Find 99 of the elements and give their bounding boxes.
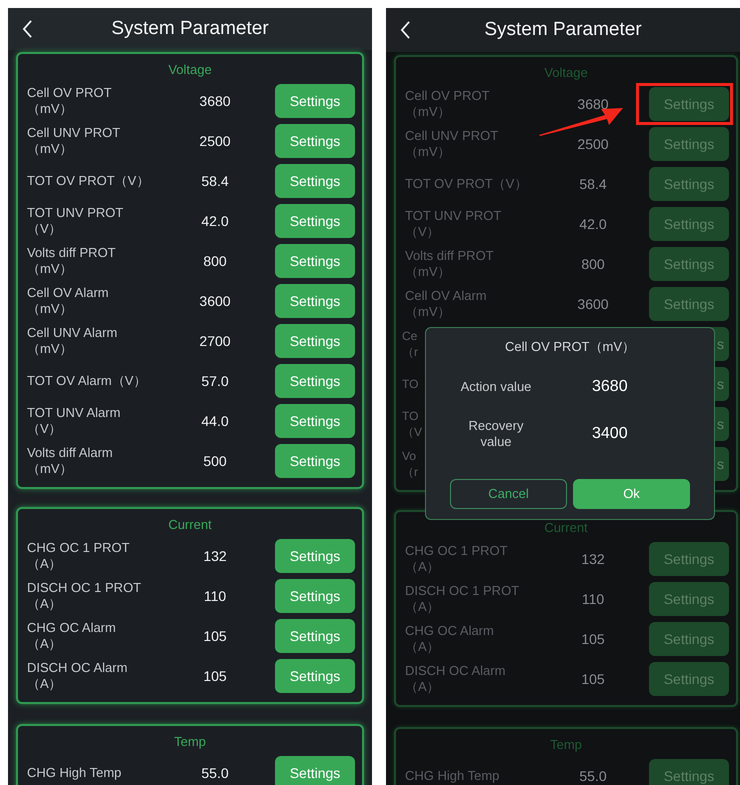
parameter-value: 3600 — [198, 292, 232, 310]
field-label: Action value — [460, 379, 532, 395]
ok-button[interactable]: Ok — [573, 479, 690, 509]
parameter-label: Vo （r — [402, 448, 418, 480]
section-title: Voltage — [167, 61, 213, 79]
parameter-value: 3680 — [198, 92, 232, 110]
field-label: Recovery value — [468, 418, 524, 450]
parameter-label: TOT OV Alarm（V） — [27, 373, 148, 389]
settings-button[interactable]: Settings — [649, 127, 729, 161]
settings-button[interactable]: Settings — [275, 619, 355, 653]
settings-button[interactable]: Settings — [649, 247, 729, 281]
settings-button[interactable]: Settings — [275, 164, 355, 198]
section-title: Current — [167, 516, 213, 534]
parameter-value: 58.4 — [578, 174, 608, 194]
settings-button[interactable]: Settings — [649, 622, 729, 656]
parameter-value: 800 — [202, 252, 228, 270]
parameter-value: 55.0 — [200, 764, 230, 782]
settings-button[interactable]: Settings — [649, 207, 729, 241]
settings-button[interactable]: Settings — [275, 404, 355, 438]
cancel-button[interactable]: Cancel — [450, 479, 567, 509]
parameter-label: TOT UNV PROT （V） — [405, 208, 502, 240]
parameter-label: CHG OC 1 PROT （A） — [27, 540, 131, 572]
parameter-label: DISCH OC Alarm （A） — [27, 660, 128, 692]
parameter-label: DISCH OC Alarm （A） — [405, 663, 506, 695]
parameter-value: 2500 — [576, 134, 610, 154]
settings-button[interactable]: Settings — [275, 579, 355, 613]
settings-button[interactable]: Settings — [649, 287, 729, 321]
settings-button[interactable]: Settings — [275, 659, 355, 693]
parameter-value: 3680 — [576, 94, 610, 114]
back-icon[interactable] — [400, 21, 411, 39]
settings-button[interactable]: Settings — [275, 444, 355, 478]
parameter-value: 132 — [202, 546, 228, 566]
parameter-label: TO （V — [402, 408, 422, 440]
settings-button[interactable]: Settings — [275, 539, 355, 573]
settings-button[interactable]: Settings — [275, 84, 355, 118]
settings-button[interactable]: Settings — [275, 284, 355, 318]
parameter-label: Cell OV PROT （mV） — [27, 85, 113, 117]
back-icon[interactable] — [22, 20, 33, 38]
parameter-label: CHG OC Alarm （A） — [27, 620, 117, 652]
parameter-label: Cell UNV Alarm （mV） — [27, 325, 118, 357]
settings-button[interactable]: Settings — [275, 756, 355, 785]
parameter-label: TOT UNV Alarm （V） — [27, 405, 122, 437]
parameter-value: 55.0 — [578, 766, 608, 785]
parameter-label: Volts diff PROT （mV） — [405, 248, 495, 280]
parameter-value: 42.0 — [200, 212, 230, 230]
parameter-label: Ce （r — [402, 328, 418, 360]
parameter-label: Volts diff Alarm （mV） — [27, 445, 114, 477]
screen-title: System Parameter — [484, 18, 642, 42]
parameter-value: 110 — [202, 586, 228, 606]
settings-button[interactable]: Settings — [649, 87, 729, 121]
parameter-value: 42.0 — [578, 214, 608, 234]
parameter-value: 57.0 — [200, 372, 230, 390]
parameter-value: 500 — [202, 452, 228, 470]
settings-button[interactable]: Settings — [649, 542, 729, 576]
parameter-label: TOT OV PROT（V） — [27, 173, 150, 189]
parameter-label: CHG OC 1 PROT （A） — [405, 543, 509, 575]
parameter-label: TOT UNV PROT （V） — [27, 205, 124, 237]
field-value[interactable]: 3680 — [592, 375, 628, 399]
parameter-label: Cell OV Alarm （mV） — [27, 285, 110, 317]
settings-button[interactable]: Settings — [649, 582, 729, 616]
parameter-label: TO — [402, 376, 418, 392]
parameter-label: Cell OV PROT （mV） — [405, 88, 491, 120]
parameter-value: 110 — [580, 590, 606, 608]
parameter-value: 105 — [202, 666, 228, 686]
dialog-title: Cell OV PROT（mV） — [504, 338, 636, 356]
parameter-label: Cell UNV PROT （mV） — [27, 125, 122, 157]
parameter-value: 132 — [580, 550, 606, 568]
settings-button[interactable]: Settings — [649, 662, 729, 696]
section-title: Voltage — [543, 64, 589, 82]
settings-button[interactable]: Settings — [275, 244, 355, 278]
parameter-value: 2700 — [198, 332, 232, 350]
parameter-value: 105 — [580, 670, 606, 688]
parameter-value: 800 — [580, 254, 606, 274]
field-value[interactable]: 3400 — [592, 422, 628, 446]
section-title: Temp — [549, 736, 583, 754]
section-title: Current — [543, 519, 589, 537]
settings-button[interactable]: Settings — [649, 759, 729, 785]
settings-button[interactable]: Settings — [275, 364, 355, 398]
parameter-label: DISCH OC 1 PROT （A） — [27, 580, 142, 612]
parameter-label: TOT OV PROT（V） — [405, 176, 528, 192]
settings-button[interactable]: Settings — [275, 124, 355, 158]
parameter-label: CHG High Temp — [405, 768, 500, 784]
parameter-label: Cell OV Alarm （mV） — [405, 288, 488, 320]
screen-title: System Parameter — [111, 16, 269, 41]
parameter-label: Cell UNV PROT （mV） — [405, 128, 500, 160]
settings-button[interactable]: Settings — [649, 167, 729, 201]
parameter-label: Volts diff PROT （mV） — [27, 245, 117, 277]
parameter-value: 44.0 — [200, 412, 230, 430]
parameter-value: 3600 — [576, 294, 610, 314]
settings-button[interactable]: Settings — [275, 324, 355, 358]
parameter-label: DISCH OC 1 PROT （A） — [405, 583, 520, 615]
section-title: Temp — [173, 733, 207, 751]
settings-button[interactable]: Settings — [275, 204, 355, 238]
parameter-value: 105 — [580, 630, 606, 648]
parameter-label: CHG High Temp — [27, 765, 122, 781]
parameter-value: 105 — [202, 626, 228, 646]
parameter-value: 58.4 — [200, 172, 230, 190]
parameter-value: 2500 — [198, 132, 232, 150]
parameter-label: CHG OC Alarm （A） — [405, 623, 495, 655]
